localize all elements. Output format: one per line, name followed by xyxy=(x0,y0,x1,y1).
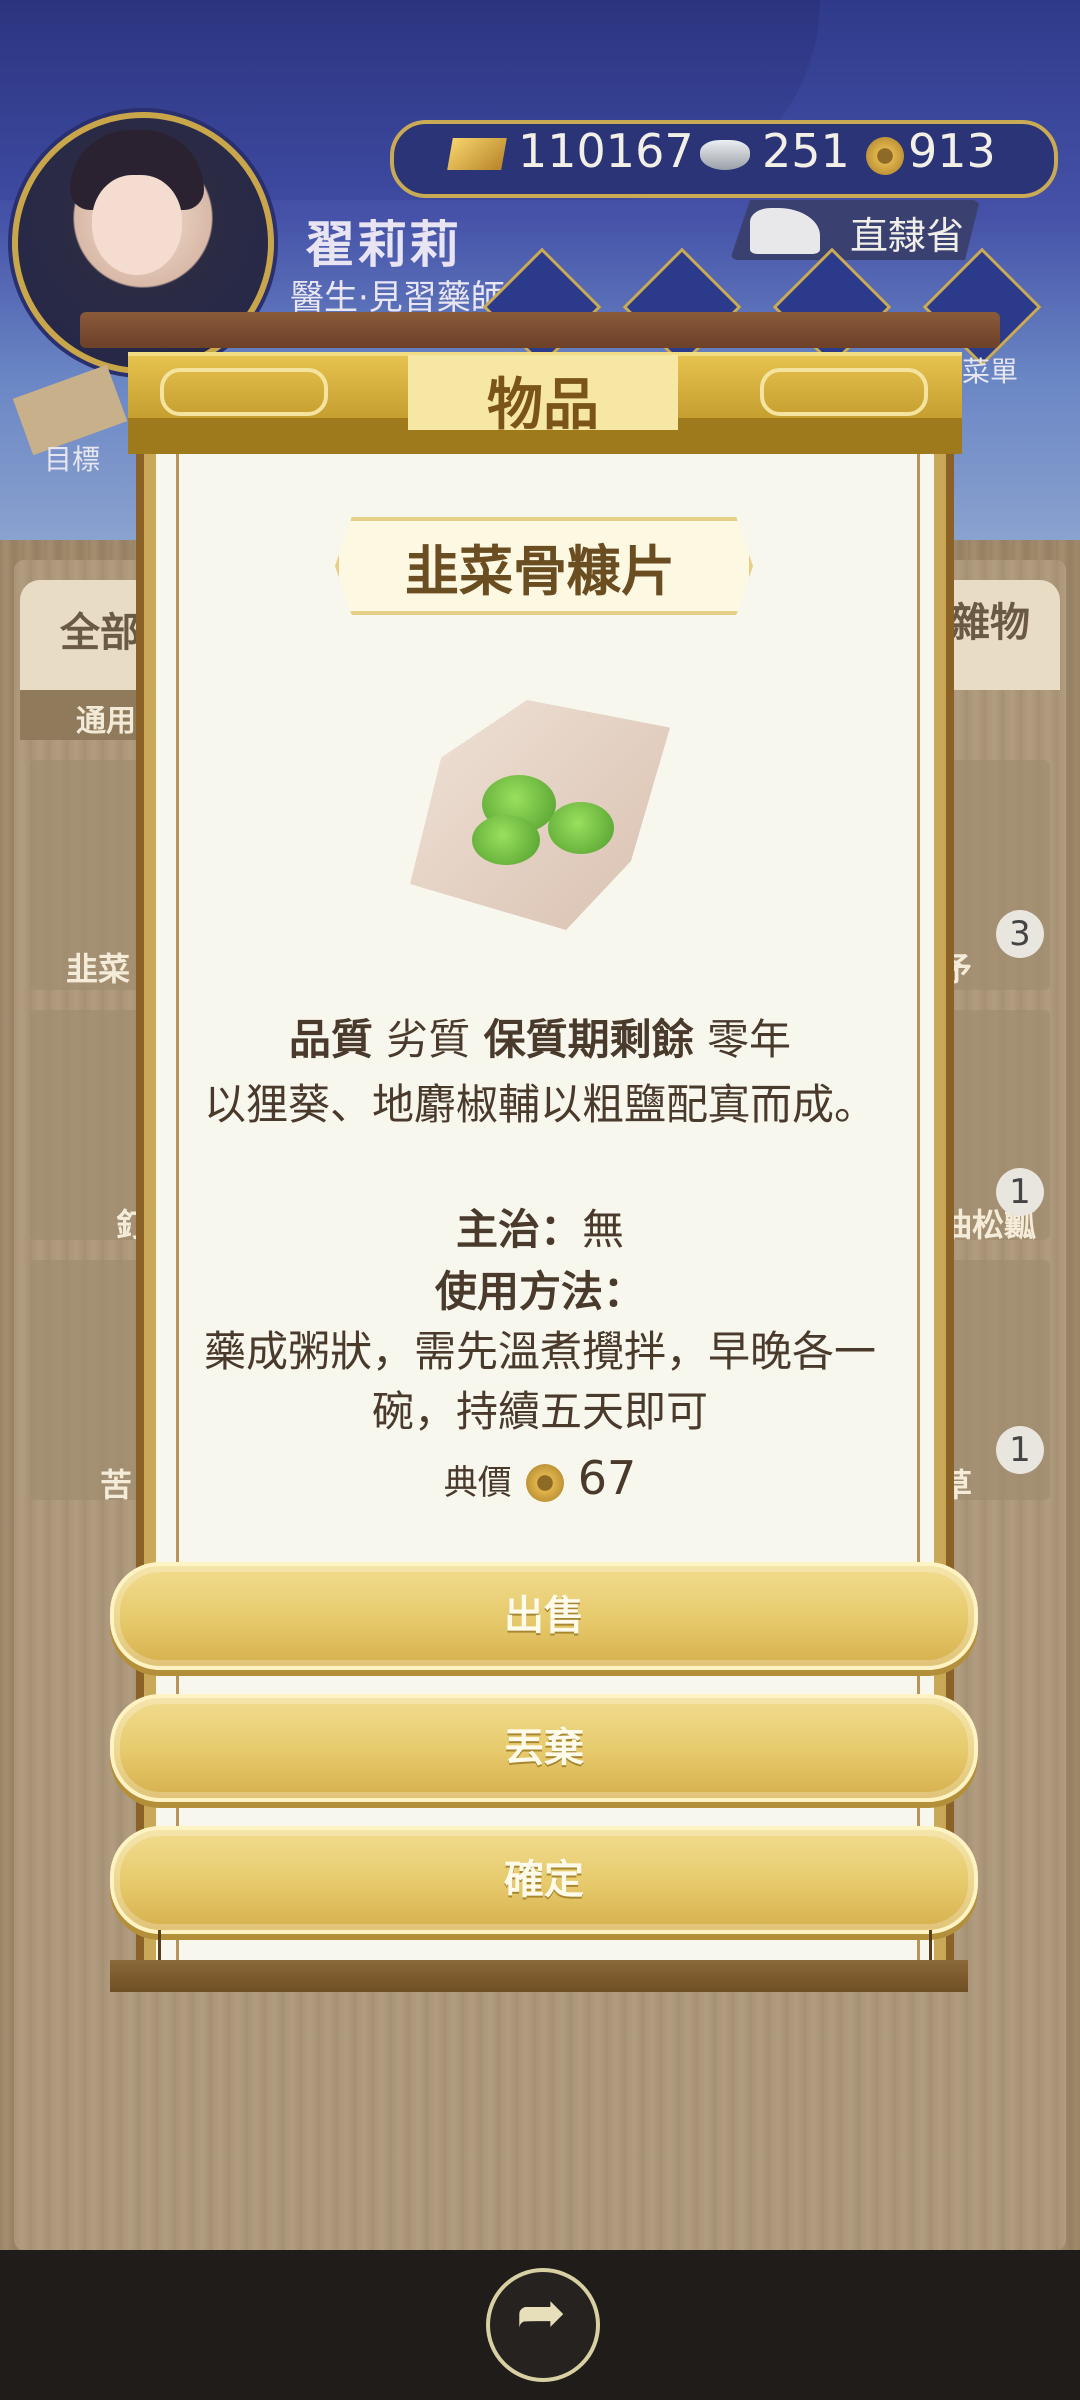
cake-piece-2 xyxy=(548,802,614,854)
player-name: 翟莉莉 xyxy=(305,216,461,274)
price-value: 67 xyxy=(577,1451,637,1505)
subtab-label: 通用 xyxy=(76,704,136,739)
slot-right-2-count: 1 xyxy=(996,1168,1044,1216)
treat-value: 無 xyxy=(582,1205,625,1254)
silver-ingot-icon xyxy=(700,140,750,170)
usage-label: 使用方法： xyxy=(434,1267,645,1316)
left-knot-ornament xyxy=(160,368,328,416)
discard-button[interactable]: 丟棄 xyxy=(110,1694,978,1802)
price-row: 典價 67 xyxy=(190,1448,890,1513)
cake-piece-3 xyxy=(472,815,540,865)
treat-label: 主治： xyxy=(455,1205,582,1254)
copper-coin-icon xyxy=(866,137,904,175)
quality-row: 品質 劣質 保質期剩餘 零年 xyxy=(190,1010,890,1070)
quality-label: 品質 xyxy=(288,1015,373,1064)
scroll-top-rod xyxy=(80,312,1000,348)
slot-left-1-label: 韭菜 xyxy=(66,950,131,988)
confirm-button[interactable]: 確定 xyxy=(110,1826,978,1934)
quality-value: 劣質 xyxy=(386,1015,471,1064)
price-label: 典價 xyxy=(443,1463,512,1503)
gold-amount: 110167 xyxy=(518,124,694,178)
gold-ingot-icon xyxy=(447,138,507,170)
share-icon: ➦ xyxy=(515,2278,567,2348)
sell-button[interactable]: 出售 xyxy=(110,1562,978,1670)
menu-label: 菜單 xyxy=(962,355,1019,388)
scroll-bottom-rod xyxy=(110,1960,968,1992)
slot-right-3-count: 1 xyxy=(996,1426,1044,1474)
tab-all-label: 全部 xyxy=(60,610,140,656)
treat-row: 主治：無 xyxy=(190,1200,890,1260)
item-description: 以狸葵、地麝椒輔以粗鹽配寘而成。 xyxy=(203,1080,876,1129)
tab-misc-label: 雜物 xyxy=(950,600,1030,646)
item-name: 韭菜骨糠片 xyxy=(405,540,675,603)
slot-right-1-count: 3 xyxy=(996,910,1044,958)
location-label: 直隸省 xyxy=(850,214,965,258)
modal-title: 物品 xyxy=(487,373,599,438)
coin-amount: 913 xyxy=(908,124,996,178)
target-label: 目標 xyxy=(44,443,101,476)
right-knot-ornament xyxy=(760,368,928,416)
shelf-value: 零年 xyxy=(707,1015,792,1064)
shelf-label: 保質期剩餘 xyxy=(483,1015,694,1064)
usage-text: 藥成粥狀，需先溫煮攪拌，早晚各一碗，持續五天即可 xyxy=(203,1327,876,1436)
avatar-face xyxy=(92,175,182,275)
silver-amount: 251 xyxy=(762,124,850,178)
slot-left-3-label: 苦 xyxy=(100,1466,133,1504)
copper-coin-icon xyxy=(525,1463,564,1502)
scroll-bottom-frame xyxy=(158,1930,932,1963)
